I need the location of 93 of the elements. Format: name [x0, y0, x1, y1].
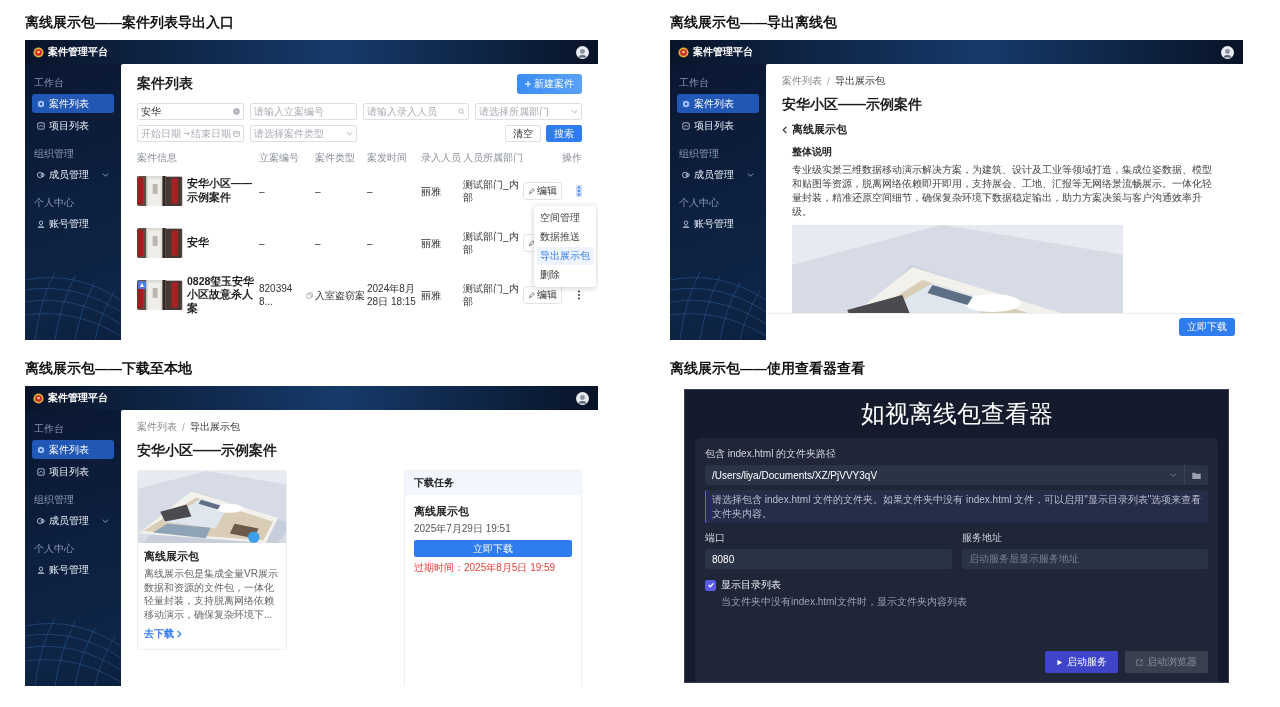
section-title: 整体说明	[792, 145, 832, 159]
breadcrumb-separator: /	[827, 75, 830, 87]
app-title: 案件管理平台	[48, 45, 108, 59]
column-header: 录入人员	[421, 151, 462, 165]
menu-item[interactable]: 导出展示包	[537, 247, 593, 265]
table-cell: –	[367, 236, 373, 250]
nav-item[interactable]: 案件列表	[32, 94, 114, 113]
download-button[interactable]: 立即下载	[414, 540, 572, 557]
table-cell: –	[367, 184, 373, 198]
help-text: 当文件夹中没有index.html文件时，显示文件夹内容列表	[721, 595, 967, 609]
breadcrumb-link[interactable]: 案件列表	[137, 420, 177, 434]
table-cell: 入室盗窃案	[315, 288, 365, 302]
menu-item[interactable]: 空间管理	[537, 209, 593, 227]
page-title: 案件列表	[137, 75, 193, 93]
nav-item[interactable]: 项目列表	[677, 116, 759, 135]
card-title: 离线展示包	[144, 549, 199, 564]
edit-button[interactable]: 编辑	[523, 286, 562, 304]
section-heading: 离线展示包——下载至本地	[25, 360, 192, 378]
checkbox-label[interactable]: 显示目录列表	[721, 578, 781, 592]
nav-item[interactable]: 成员管理	[32, 511, 114, 530]
nav-group-label: 工作台	[679, 76, 709, 90]
table-cell-text: 2024年8月28日 18:15	[367, 282, 417, 308]
column-header: 人员所属部门	[463, 151, 523, 165]
download-button[interactable]: 立即下载	[1179, 318, 1235, 336]
field-label: 端口	[705, 531, 725, 545]
port-field[interactable]: 8080	[705, 549, 952, 569]
hint-text: 请选择包含 index.html 文件的文件夹。如果文件夹中没有 index.html 文件，可以启用"显示目录列表"选项来查看文件夹内容。	[705, 490, 1208, 523]
page-title: 安华小区——示例案件	[137, 442, 277, 458]
table-cell-text: 测试部门_内部	[463, 230, 520, 256]
column-header: 立案编号	[259, 151, 300, 165]
menu-item[interactable]: 数据推送	[537, 228, 593, 246]
column-header: 案件类型	[315, 151, 356, 165]
card-description: 离线展示包是集成全量VR展示数据和资源的文件包，一体化轻量封装，支持脱离网络依赖移动演示，确保复杂环境下...	[144, 567, 279, 621]
column-header: 操作	[562, 151, 582, 165]
nav-item[interactable]: 账号管理	[32, 214, 114, 233]
nav-item[interactable]: 成员管理	[32, 165, 114, 184]
start-service-button[interactable]: 启动服务	[1045, 651, 1118, 673]
breadcrumb-separator: /	[182, 421, 185, 433]
description: 专业级实景三维数据移动演示解决方案，为建筑、设计及工业等领域打造，集成位姿数据、模型和贴图等资源，脱离网络依赖即开即用，支持展会、工地、汇报等无网络景流畅展示。一体化轻量封装，精准还原空间细节，确保复杂环境下数据稳定输出，助力方案决策与客户沟通效率升级。	[792, 163, 1213, 219]
nav-group-label: 组织管理	[34, 147, 74, 161]
column-header: 案件信息	[137, 151, 178, 165]
page-title: 安华小区——示例案件	[782, 96, 922, 112]
case-name[interactable]: 0828玺玉安华小区故意杀人案	[187, 274, 259, 316]
nav-group-label: 组织管理	[34, 493, 74, 507]
search-button[interactable]: 搜索	[546, 125, 582, 142]
breadcrumb-current: 导出展示包	[834, 74, 885, 88]
panel-title: 下载任务	[414, 476, 454, 490]
section-heading: 离线展示包——导出离线包	[670, 14, 837, 32]
nav-group-label: 工作台	[34, 422, 64, 436]
case-name[interactable]: 安华	[187, 236, 209, 250]
nav-group-label: 个人中心	[34, 196, 74, 210]
clear-button[interactable]: 清空	[505, 125, 541, 142]
nav-group-label: 个人中心	[34, 542, 74, 556]
app-title: 案件管理平台	[693, 45, 753, 59]
viewer-title: 如视离线包查看器	[860, 399, 1053, 429]
nav-item[interactable]: 成员管理	[677, 165, 759, 184]
table-cell: –	[315, 184, 321, 198]
table-cell: –	[259, 184, 265, 198]
app-title: 案件管理平台	[48, 391, 108, 405]
menu-item[interactable]: 删除	[537, 266, 593, 284]
task-date: 2025年7月29日 19:51	[414, 522, 511, 536]
path-select[interactable]: /Users/liya/Documents/XZ/PjVVY3qV	[705, 465, 1184, 485]
breadcrumb-current: 导出展示包	[189, 420, 240, 434]
nav-item[interactable]: 案件列表	[677, 94, 759, 113]
nav-item[interactable]: 项目列表	[32, 462, 114, 481]
table-cell: 丽雅	[421, 184, 441, 198]
nav-item[interactable]: 账号管理	[32, 560, 114, 579]
table-cell: 丽雅	[421, 236, 441, 250]
table-cell-text: 8203948...	[259, 282, 294, 308]
nav-group-label: 工作台	[34, 76, 64, 90]
nav-item[interactable]: 项目列表	[32, 116, 114, 135]
search-field[interactable]: 安华	[137, 103, 244, 120]
back-link[interactable]: 离线展示包	[782, 122, 847, 137]
nav-item[interactable]: 案件列表	[32, 440, 114, 459]
table-cell-text: 测试部门_内部	[463, 178, 520, 204]
edit-button[interactable]: 编辑	[523, 182, 562, 200]
table-cell: 丽雅	[421, 288, 441, 302]
table-cell: –	[315, 236, 321, 250]
expiry-text: 过期时间：2025年8月5日 19:59	[414, 561, 556, 575]
table-cell: –	[259, 236, 265, 250]
nav-group-label: 组织管理	[679, 147, 719, 161]
section-heading: 离线展示包——使用查看器查看	[670, 360, 865, 378]
download-link[interactable]: 去下载	[144, 627, 182, 641]
case-name[interactable]: 安华小区——示例案件	[187, 177, 259, 205]
breadcrumb-link[interactable]: 案件列表	[782, 74, 822, 88]
nav-group-label: 个人中心	[679, 196, 719, 210]
field-label: 服务地址	[961, 531, 1002, 545]
task-name: 离线展示包	[414, 504, 469, 519]
table-cell-text: 测试部门_内部	[463, 282, 520, 308]
nav-item[interactable]: 账号管理	[677, 214, 759, 233]
column-header: 案发时间	[367, 151, 408, 165]
section-heading: 离线展示包——案件列表导出入口	[25, 14, 234, 32]
field-label: 包含 index.html 的文件夹路径	[705, 447, 837, 461]
